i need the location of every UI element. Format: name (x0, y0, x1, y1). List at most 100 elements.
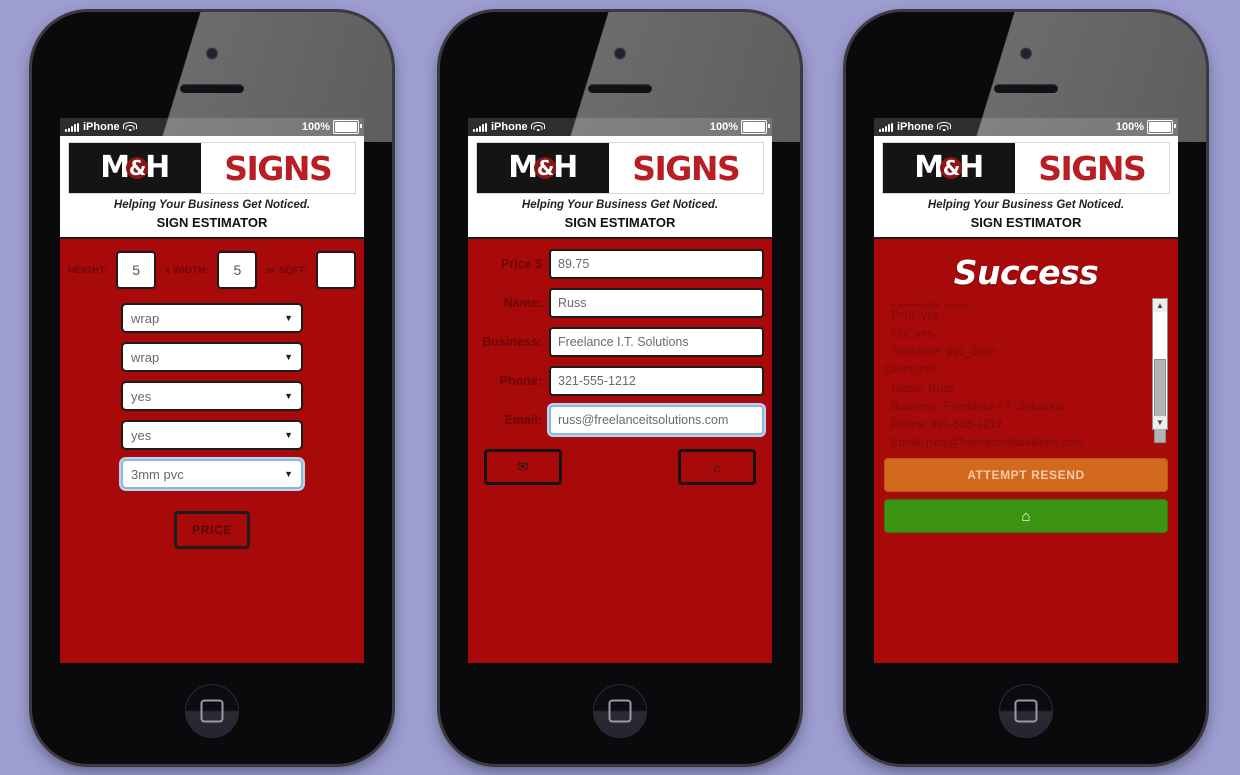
signal-bars-icon (473, 122, 487, 132)
earpiece-speaker-icon (180, 84, 244, 93)
logo-mh-text: M&H (100, 150, 170, 185)
battery-full-icon (333, 120, 362, 134)
size-input-row: HEIGHT: 5 x WIDTH: 5 or SQFT: (68, 249, 356, 289)
substrate-select[interactable]: 3mm pvc ▼ (121, 459, 303, 489)
scrollbar-track[interactable] (1153, 312, 1167, 443)
print-select[interactable]: yes ▼ (121, 381, 303, 411)
phone-screen-1: iPhone 100% M&H SIGNS Helping Your Busin… (60, 118, 364, 663)
quote-summary-wrapper: - Laminate: wrap - Print: yes - Cut: yes… (884, 298, 1168, 452)
chevron-down-icon: ▼ (284, 469, 293, 479)
battery-percent-label: 100% (1115, 121, 1144, 133)
scroll-up-icon[interactable]: ▲ (1153, 299, 1167, 312)
laminate-select-value: wrap (131, 349, 160, 365)
front-camera-icon (614, 48, 626, 59)
business-row: Business: Freelance I.T. Solutions (476, 327, 764, 357)
success-heading: Success (953, 253, 1099, 292)
option-selects: wrap ▼ wrap ▼ yes ▼ yes ▼ 3mm pvc ▼ (68, 303, 356, 489)
app-header: M&H SIGNS Helping Your Business Get Noti… (60, 136, 364, 237)
page-title: SIGN ESTIMATOR (156, 215, 268, 230)
sqft-input[interactable] (315, 251, 356, 289)
status-bar: iPhone 100% (468, 118, 772, 136)
summary-scrollbar[interactable]: ▲ ▼ (1152, 298, 1168, 443)
envelope-icon: ✉ (517, 459, 529, 474)
substrate-select-value: 3mm pvc (131, 466, 184, 482)
action-button-row: ✉ ⌂ (476, 444, 764, 485)
logo-mh-text: M&H (508, 150, 578, 185)
carrier-label: iPhone (83, 121, 120, 133)
business-field[interactable]: Freelance I.T. Solutions (549, 327, 764, 357)
attempt-resend-button[interactable]: ATTEMPT RESEND (884, 458, 1168, 493)
status-bar-left: iPhone (473, 121, 546, 133)
logo-ampersand: & (534, 157, 557, 179)
phone-device-1: iPhone 100% M&H SIGNS Helping Your Busin… (32, 12, 392, 764)
height-label: HEIGHT: (68, 264, 108, 276)
summary-line-clipped: - Laminate: wrap (884, 301, 970, 307)
scroll-down-icon[interactable]: ▼ (1153, 416, 1167, 429)
email-row: Email: russ@freelanceitsolutions.com (476, 405, 764, 435)
width-label: x WIDTH: (164, 264, 209, 276)
send-email-button[interactable]: ✉ (484, 449, 562, 485)
tagline: Helping Your Business Get Noticed. (927, 199, 1125, 211)
chevron-down-icon: ▼ (284, 430, 293, 440)
price-field[interactable]: 89.75 (549, 249, 764, 279)
status-bar-right: 100% (710, 120, 770, 134)
price-row: Price $ 89.75 (476, 249, 764, 279)
price-label: Price $ (500, 257, 542, 271)
price-button[interactable]: PRICE (174, 511, 250, 549)
page-title: SIGN ESTIMATOR (564, 215, 676, 230)
quote-summary-text: - Laminate: wrap - Print: yes - Cut: yes… (884, 298, 1168, 452)
phone-row: Phone: 321-555-1212 (476, 366, 764, 396)
material-select[interactable]: wrap ▼ (121, 303, 303, 333)
cut-select-value: yes (131, 427, 152, 443)
wifi-icon (531, 122, 546, 132)
phone-label: Phone: (499, 374, 542, 388)
quote-contact-form: Price $ 89.75 Name: Russ Business: Freel… (468, 239, 772, 663)
wifi-icon (937, 122, 952, 132)
phone-device-2: iPhone 100% M&H SIGNS Helping Your Busin… (440, 12, 800, 764)
width-input[interactable]: 5 (217, 251, 258, 289)
name-label: Name: (503, 296, 542, 310)
chevron-down-icon: ▼ (284, 391, 293, 401)
scrollbar-thumb[interactable] (1154, 359, 1166, 443)
status-bar: iPhone 100% (60, 118, 364, 136)
status-bar-right: 100% (302, 120, 362, 134)
laminate-select[interactable]: wrap ▼ (121, 342, 303, 372)
phone-device-3: iPhone 100% M&H SIGNS Helping Your Busin… (846, 12, 1206, 764)
home-button[interactable]: ⌂ (884, 499, 1168, 534)
logo-right-block: SIGNS (200, 143, 355, 193)
home-button[interactable]: ⌂ (678, 449, 756, 485)
logo-signs-text: SIGNS (632, 148, 741, 188)
height-input[interactable]: 5 (116, 251, 157, 289)
chevron-down-icon: ▼ (284, 352, 293, 362)
cut-select[interactable]: yes ▼ (121, 420, 303, 450)
print-select-value: yes (131, 388, 152, 404)
summary-line: - Substrate: pvc_3mm (884, 346, 997, 359)
summary-line: - Cut: yes (884, 328, 934, 341)
battery-full-icon (1147, 120, 1176, 134)
app-header: M&H SIGNS Helping Your Business Get Noti… (874, 136, 1178, 237)
tagline: Helping Your Business Get Noticed. (521, 199, 719, 211)
summary-line: - Name: Russ (884, 382, 955, 395)
wifi-icon (123, 122, 138, 132)
chevron-down-icon: ▼ (284, 313, 293, 323)
logo-mh-text: M&H (914, 150, 984, 185)
home-icon: ⌂ (1021, 507, 1031, 525)
name-field[interactable]: Russ (549, 288, 764, 318)
device-home-button[interactable] (185, 684, 239, 738)
earpiece-speaker-icon (994, 84, 1058, 93)
material-select-value: wrap (131, 310, 160, 326)
summary-line: - Business: Freelance I.T. Solutions (884, 400, 1065, 413)
phone-field[interactable]: 321-555-1212 (549, 366, 764, 396)
device-home-button[interactable] (593, 684, 647, 738)
phone-screen-3: iPhone 100% M&H SIGNS Helping Your Busin… (874, 118, 1178, 663)
carrier-label: iPhone (491, 121, 528, 133)
mh-signs-logo: M&H SIGNS (476, 142, 764, 194)
status-bar-right: 100% (1115, 120, 1176, 134)
mh-signs-logo: M&H SIGNS (68, 142, 356, 194)
email-field[interactable]: russ@freelanceitsolutions.com (549, 405, 764, 435)
status-bar: iPhone 100% (874, 118, 1178, 136)
device-home-button[interactable] (999, 684, 1053, 738)
screenshot-stage: iPhone 100% M&H SIGNS Helping Your Busin… (0, 0, 1240, 775)
app-header: M&H SIGNS Helping Your Business Get Noti… (468, 136, 772, 237)
summary-line: - Print: yes (884, 310, 939, 322)
